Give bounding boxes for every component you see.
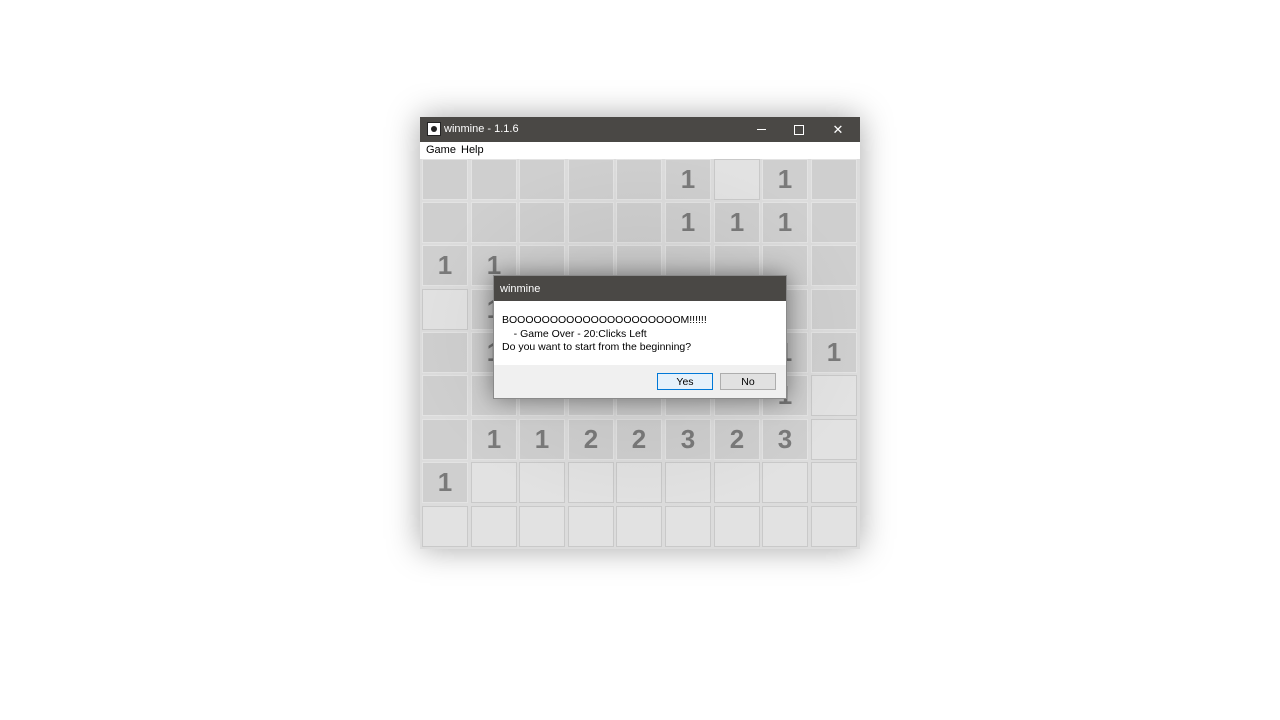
dialog-message: BOOOOOOOOOOOOOOOOOOOOOM!!!!!! - Game Ove… xyxy=(502,314,707,353)
board-cell[interactable] xyxy=(762,506,808,547)
board-cell[interactable] xyxy=(568,202,614,243)
board-cell[interactable] xyxy=(811,506,857,547)
board-cell[interactable] xyxy=(811,159,857,200)
title-bar[interactable]: winmine - 1.1.6 ✕ xyxy=(420,117,860,142)
board-cell[interactable] xyxy=(616,159,662,200)
dialog-title: winmine xyxy=(500,283,541,295)
window-title: winmine - 1.1.6 xyxy=(444,123,519,135)
menu-game[interactable]: Game xyxy=(426,144,456,156)
menu-bar: Game Help xyxy=(420,142,860,159)
menu-help[interactable]: Help xyxy=(461,144,484,156)
board-cell[interactable] xyxy=(471,202,517,243)
board-cell[interactable] xyxy=(665,506,711,547)
board-cell[interactable] xyxy=(422,375,468,416)
board-cell[interactable] xyxy=(568,462,614,503)
board-cell[interactable]: 3 xyxy=(665,419,711,460)
board-cell[interactable]: 1 xyxy=(422,245,468,286)
board-cell[interactable]: 1 xyxy=(665,202,711,243)
no-button[interactable]: No xyxy=(720,373,776,390)
board-cell[interactable]: 1 xyxy=(519,419,565,460)
board-cell[interactable] xyxy=(811,462,857,503)
dialog-button-bar: Yes No xyxy=(494,365,786,398)
mine-icon xyxy=(427,122,441,136)
board-cell[interactable] xyxy=(714,159,760,200)
board-cell[interactable] xyxy=(811,419,857,460)
yes-button[interactable]: Yes xyxy=(657,373,713,390)
board-cell[interactable]: 2 xyxy=(568,419,614,460)
board-cell[interactable] xyxy=(422,202,468,243)
minimize-button[interactable] xyxy=(742,117,780,142)
board-cell[interactable] xyxy=(519,202,565,243)
board-cell[interactable] xyxy=(519,506,565,547)
minimize-icon xyxy=(756,129,766,130)
close-icon: ✕ xyxy=(832,122,844,137)
board-cell[interactable]: 1 xyxy=(422,462,468,503)
board-cell[interactable] xyxy=(616,462,662,503)
board-cell[interactable] xyxy=(422,419,468,460)
game-over-dialog: winmine BOOOOOOOOOOOOOOOOOOOOOM!!!!!! - … xyxy=(493,275,787,399)
board-cell[interactable] xyxy=(471,462,517,503)
board-cell[interactable]: 1 xyxy=(665,159,711,200)
board-cell[interactable] xyxy=(714,462,760,503)
board-cell[interactable] xyxy=(811,289,857,330)
board-cell[interactable] xyxy=(519,462,565,503)
dialog-title-bar[interactable]: winmine xyxy=(494,276,786,301)
board-cell[interactable] xyxy=(811,375,857,416)
board-cell[interactable]: 1 xyxy=(714,202,760,243)
board-cell[interactable] xyxy=(471,159,517,200)
board-cell[interactable] xyxy=(811,245,857,286)
board-cell[interactable] xyxy=(616,506,662,547)
board-cell[interactable]: 2 xyxy=(714,419,760,460)
board-cell[interactable]: 1 xyxy=(471,419,517,460)
board-cell[interactable] xyxy=(811,202,857,243)
board-cell[interactable] xyxy=(665,462,711,503)
board-cell[interactable] xyxy=(568,506,614,547)
board-cell[interactable] xyxy=(422,289,468,330)
board-cell[interactable] xyxy=(762,462,808,503)
close-button[interactable]: ✕ xyxy=(819,117,857,142)
board-cell[interactable] xyxy=(422,159,468,200)
board-cell[interactable] xyxy=(714,506,760,547)
maximize-icon xyxy=(794,124,804,135)
board-cell[interactable]: 1 xyxy=(811,332,857,373)
board-cell[interactable] xyxy=(422,332,468,373)
board-cell[interactable] xyxy=(471,506,517,547)
board-cell[interactable] xyxy=(422,506,468,547)
board-cell[interactable]: 1 xyxy=(762,202,808,243)
board-cell[interactable] xyxy=(519,159,565,200)
board-cell[interactable] xyxy=(616,202,662,243)
board-cell[interactable]: 3 xyxy=(762,419,808,460)
board-cell[interactable]: 1 xyxy=(762,159,808,200)
board-cell[interactable] xyxy=(568,159,614,200)
maximize-button[interactable] xyxy=(780,117,818,142)
board-cell[interactable]: 2 xyxy=(616,419,662,460)
